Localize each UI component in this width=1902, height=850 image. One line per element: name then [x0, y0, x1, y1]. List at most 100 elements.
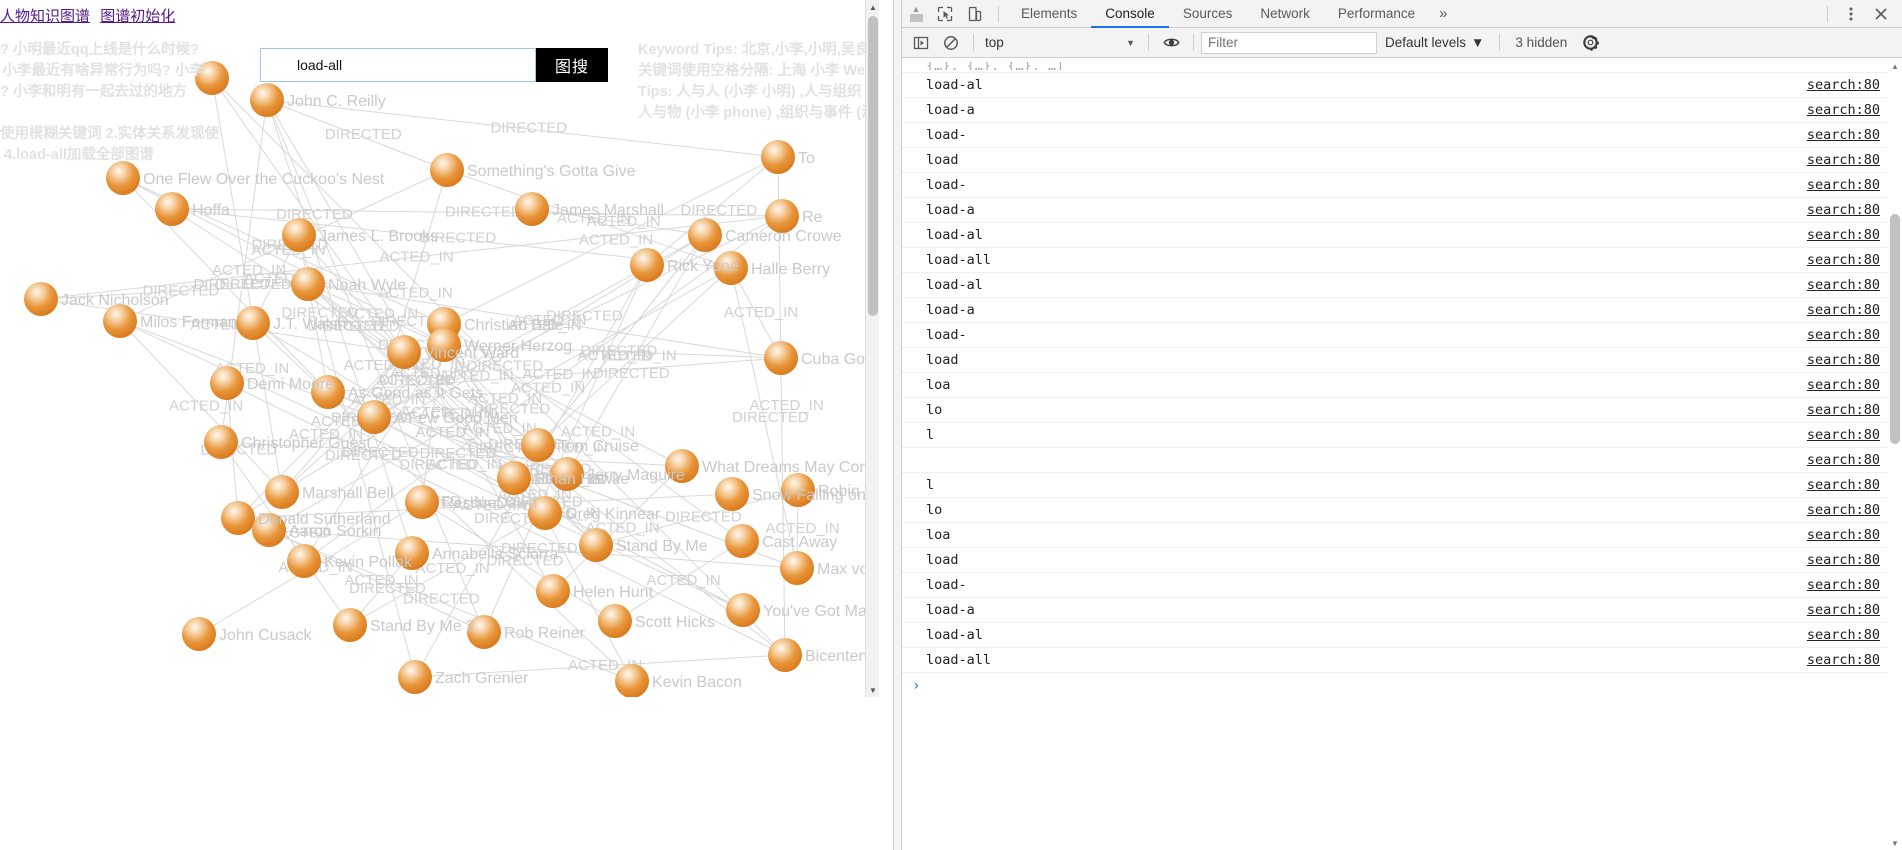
console-message-source-link[interactable]: search:80: [1807, 202, 1880, 218]
console-message-row[interactable]: load search:80: [902, 348, 1902, 373]
live-expression-button[interactable]: [1156, 30, 1186, 56]
console-message-source-link[interactable]: search:80: [1807, 377, 1880, 393]
console-message-source-link[interactable]: search:80: [1807, 402, 1880, 418]
console-scroll-thumb[interactable]: [1890, 214, 1900, 444]
graph-node[interactable]: [497, 461, 531, 495]
graph-node[interactable]: [598, 604, 632, 638]
console-filter-input[interactable]: [1201, 31, 1377, 54]
graph-node[interactable]: [515, 192, 549, 226]
console-message-row[interactable]: load-a search:80: [902, 598, 1902, 623]
console-message-source-link[interactable]: search:80: [1807, 152, 1880, 168]
graph-node[interactable]: [521, 428, 555, 462]
console-message-source-link[interactable]: search:80: [1807, 652, 1880, 668]
console-vertical-scrollbar[interactable]: ▲ ▼: [1888, 59, 1902, 850]
graph-node[interactable]: [287, 544, 321, 578]
graph-node[interactable]: [630, 248, 664, 282]
settings-button[interactable]: [1575, 30, 1605, 56]
link-knowledge-graph[interactable]: 人物知识图谱: [0, 8, 90, 25]
scroll-up-arrow-icon[interactable]: ▲: [912, 4, 921, 13]
console-message-source-link[interactable]: search:80: [1807, 477, 1880, 493]
hidden-messages-count[interactable]: 3 hidden: [1507, 35, 1575, 50]
console-message-row[interactable]: search:80: [902, 448, 1902, 473]
graph-node[interactable]: [764, 341, 798, 375]
console-message-source-link[interactable]: search:80: [1807, 452, 1880, 468]
console-message-source-link[interactable]: search:80: [1807, 77, 1880, 93]
console-message-row[interactable]: l search:80: [902, 423, 1902, 448]
more-tabs-button[interactable]: »: [1429, 0, 1457, 28]
console-message-source-link[interactable]: search:80: [1807, 552, 1880, 568]
execution-context-selector[interactable]: top ▼: [981, 32, 1141, 54]
graph-node[interactable]: [236, 306, 270, 340]
console-message-source-link[interactable]: search:80: [1807, 177, 1880, 193]
scroll-up-arrow-icon[interactable]: ▲: [1888, 59, 1902, 73]
console-message-row[interactable]: loa search:80: [902, 523, 1902, 548]
console-message-source-link[interactable]: search:80: [1807, 327, 1880, 343]
tab-elements[interactable]: Elements: [1007, 0, 1091, 28]
search-input[interactable]: [260, 48, 536, 82]
console-message-source-link[interactable]: search:80: [1807, 352, 1880, 368]
console-message-row[interactable]: load-a search:80: [902, 198, 1902, 223]
console-message-row[interactable]: lo search:80: [902, 498, 1902, 523]
console-message-row[interactable]: load-all search:80: [902, 648, 1902, 673]
console-message-row[interactable]: lo search:80: [902, 398, 1902, 423]
graph-node[interactable]: [291, 267, 325, 301]
console-message-row[interactable]: load-a search:80: [902, 98, 1902, 123]
console-message-row[interactable]: {…}, {…}, {…}, …]: [902, 59, 1902, 73]
graph-node[interactable]: [204, 425, 238, 459]
graph-node[interactable]: [430, 153, 464, 187]
scroll-thumb[interactable]: [909, 13, 923, 22]
console-message-source-link[interactable]: search:80: [1807, 427, 1880, 443]
console-message-row[interactable]: load-al search:80: [902, 623, 1902, 648]
device-toolbar-button[interactable]: [960, 0, 990, 28]
console-sidebar-button[interactable]: [906, 30, 936, 56]
graph-node[interactable]: [725, 524, 759, 558]
console-message-source-link[interactable]: search:80: [1807, 127, 1880, 143]
graph-node[interactable]: [250, 83, 284, 117]
graph-node[interactable]: [155, 192, 189, 226]
page-scroll-indicator[interactable]: ▲: [902, 0, 930, 28]
tab-performance[interactable]: Performance: [1324, 0, 1429, 28]
graph-node[interactable]: [615, 664, 649, 697]
console-message-list[interactable]: {…}, {…}, {…}, …] load-al search:80 load-a s…: [902, 59, 1902, 850]
console-message-row[interactable]: load-search:80: [902, 323, 1902, 348]
console-message-source-link[interactable]: search:80: [1807, 527, 1880, 543]
console-message-source-link[interactable]: search:80: [1807, 577, 1880, 593]
console-message-row[interactable]: load-a search:80: [902, 298, 1902, 323]
console-message-row[interactable]: load search:80: [902, 148, 1902, 173]
page-vscroll-thumb[interactable]: [868, 16, 878, 316]
knowledge-graph-canvas[interactable]: DIRECTEDACTED_INDIRECTEDDIRECTEDDIRECTED…: [0, 0, 879, 697]
graph-node[interactable]: [221, 501, 255, 535]
graph-node[interactable]: [398, 660, 432, 694]
graph-node[interactable]: [282, 218, 316, 252]
console-message-source-link[interactable]: search:80: [1807, 627, 1880, 643]
scroll-up-arrow-icon[interactable]: ▲: [866, 0, 880, 14]
graph-node[interactable]: [768, 638, 802, 672]
console-message-source-link[interactable]: search:80: [1807, 277, 1880, 293]
graph-node[interactable]: [387, 335, 421, 369]
graph-node[interactable]: [210, 366, 244, 400]
console-prompt[interactable]: ›: [902, 673, 1902, 698]
search-button[interactable]: 图搜: [536, 48, 608, 82]
graph-node[interactable]: [103, 304, 137, 338]
graph-node[interactable]: [24, 282, 58, 316]
devtools-main-menu-button[interactable]: [1836, 0, 1866, 28]
console-message-row[interactable]: load-search:80: [902, 573, 1902, 598]
console-message-row[interactable]: load-al search:80: [902, 223, 1902, 248]
console-message-source-link[interactable]: search:80: [1807, 227, 1880, 243]
graph-node[interactable]: [106, 161, 140, 195]
graph-node[interactable]: [579, 528, 613, 562]
console-message-row[interactable]: load-search:80: [902, 123, 1902, 148]
console-message-row[interactable]: loa search:80: [902, 373, 1902, 398]
graph-node[interactable]: [780, 551, 814, 585]
console-message-source-link[interactable]: search:80: [1807, 502, 1880, 518]
tab-console[interactable]: Console: [1091, 0, 1169, 28]
graph-node[interactable]: [357, 400, 391, 434]
tab-sources[interactable]: Sources: [1169, 0, 1247, 28]
graph-node[interactable]: [715, 477, 749, 511]
close-devtools-button[interactable]: [1866, 0, 1896, 28]
scroll-down-arrow-icon[interactable]: ▼: [866, 683, 880, 697]
graph-node[interactable]: [536, 574, 570, 608]
link-graph-init[interactable]: 图谱初始化: [100, 8, 175, 25]
tab-network[interactable]: Network: [1246, 0, 1324, 28]
graph-node[interactable]: [195, 61, 229, 95]
